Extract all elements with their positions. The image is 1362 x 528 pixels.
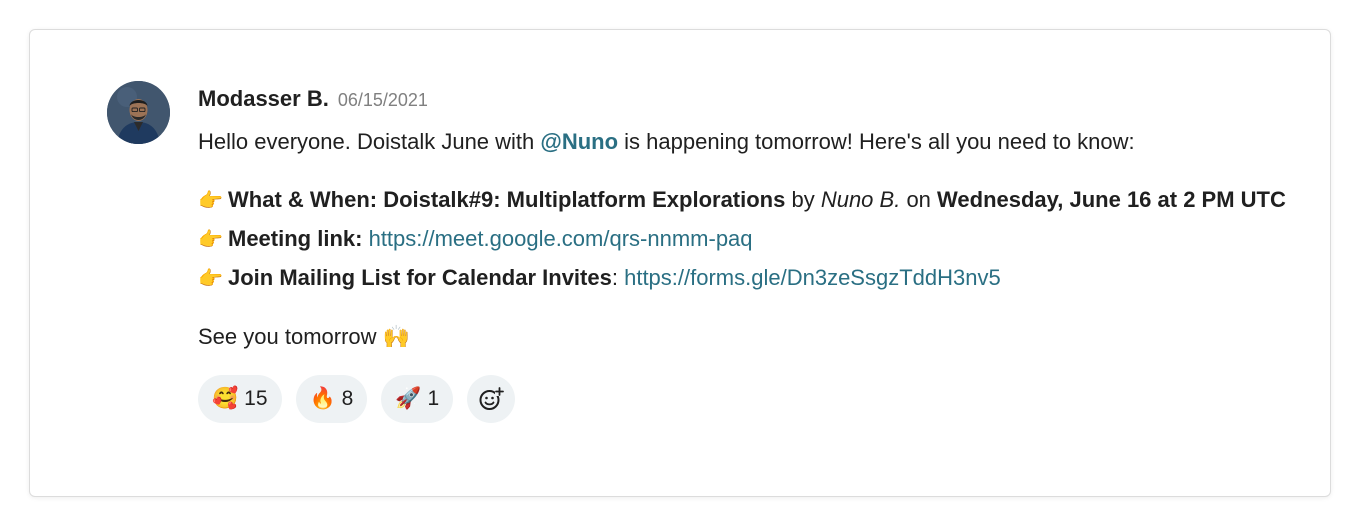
mention-link[interactable]: @Nuno — [540, 129, 618, 154]
add-emoji-icon — [479, 387, 505, 410]
what-label: What & When: Doistalk#9: Multiplatform E… — [228, 187, 786, 212]
by-text: by — [785, 187, 821, 212]
add-reaction-button[interactable] — [467, 375, 516, 423]
reaction-smiling-face-with-hearts[interactable]: 🥰 15 — [198, 375, 282, 423]
rocket-icon: 🚀 — [395, 387, 422, 410]
intro-after: is happening tomorrow! Here's all you ne… — [618, 129, 1135, 154]
meeting-link[interactable]: https://meet.google.com/qrs-nnmm-paq — [369, 226, 753, 251]
mailing-colon: : — [611, 265, 618, 290]
smiling-face-with-hearts-icon: 🥰 — [212, 387, 239, 410]
pointing-hand-icon: 👉 — [198, 229, 223, 251]
speaker-name: Nuno B. — [820, 187, 901, 212]
intro-text: Hello everyone. Doistalk June with @Nuno… — [198, 123, 1308, 161]
message-body: Modasser B. 06/15/2021 Hello everyone. D… — [198, 86, 1308, 423]
pointing-hand-icon: 👉 — [198, 268, 223, 290]
reaction-count: 8 — [341, 387, 354, 410]
closing-line: See you tomorrow 🙌 — [198, 318, 1308, 356]
meeting-line: 👉 Meeting link: https://meet.google.com/q… — [198, 220, 1308, 259]
reactions-bar: 🥰 15 🔥 8 🚀 1 — [198, 375, 1308, 423]
reaction-rocket[interactable]: 🚀 1 — [381, 375, 454, 423]
details-list: 👉 What & When: Doistalk#9: Multiplatform … — [198, 181, 1308, 298]
intro-before: Hello everyone. Doistalk June with — [198, 129, 541, 154]
message-date[interactable]: 06/15/2021 — [338, 90, 428, 111]
reaction-fire[interactable]: 🔥 8 — [295, 375, 368, 423]
avatar[interactable] — [107, 81, 170, 144]
message-card: Modasser B. 06/15/2021 Hello everyone. D… — [29, 29, 1331, 497]
event-time: Wednesday, June 16 at 2 PM UTC — [937, 187, 1286, 212]
author-name[interactable]: Modasser B. — [198, 86, 329, 112]
raised-hands-icon: 🙌 — [382, 324, 411, 349]
fire-icon: 🔥 — [309, 387, 336, 410]
meeting-label: Meeting link: — [228, 226, 363, 251]
closing-text: See you tomorrow — [198, 324, 383, 349]
on-text: on — [900, 187, 938, 212]
mailing-label: Join Mailing List for Calendar Invites — [228, 265, 612, 290]
mailing-link[interactable]: https://forms.gle/Dn3zeSsgzTddH3nv5 — [624, 265, 1001, 290]
reaction-count: 1 — [427, 387, 440, 410]
reaction-count: 15 — [244, 387, 268, 410]
message-header: Modasser B. 06/15/2021 — [198, 86, 1308, 116]
what-when-line: 👉 What & When: Doistalk#9: Multiplatform … — [198, 181, 1308, 220]
mailing-line: 👉 Join Mailing List for Calendar Invites:… — [198, 259, 1308, 298]
pointing-hand-icon: 👉 — [198, 190, 223, 212]
